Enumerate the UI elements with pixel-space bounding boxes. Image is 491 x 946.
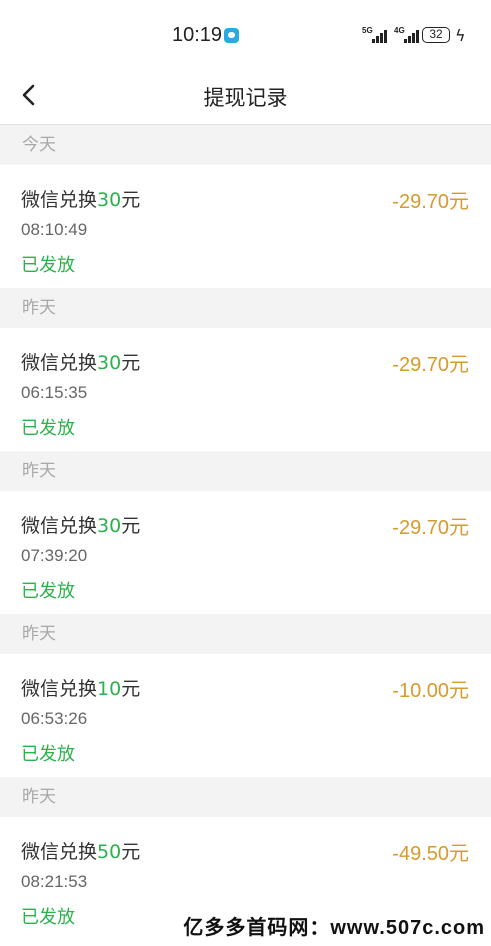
record-time: 06:53:26 (21, 709, 88, 728)
status-bar: 10:19 5G 4G 32 ϟ (0, 0, 491, 72)
record-amount: -29.70元 (392, 191, 469, 213)
record-time: 08:21:53 (21, 872, 88, 891)
record-title: 微信兑换10元 (21, 678, 141, 700)
record-title: 微信兑换50元 (21, 841, 141, 863)
record-time: 07:39:20 (21, 546, 88, 565)
notification-icon (224, 28, 239, 43)
charging-icon: ϟ (455, 26, 466, 45)
record-item[interactable]: 微信兑换10元 06:53:26 已发放 -10.00元 (0, 654, 491, 777)
section-header-yesterday: 昨天 (0, 288, 491, 328)
withdrawal-record-list: 今天 微信兑换30元 08:10:49 已发放 -29.70元 昨天 微信兑换3… (0, 125, 491, 940)
section-header-yesterday: 昨天 (0, 451, 491, 491)
record-title-amount: 30 (97, 352, 122, 374)
record-status: 已发放 (21, 418, 75, 439)
status-time: 10:19 (172, 24, 223, 46)
nav-bar: 提现记录 (0, 72, 491, 125)
record-status: 已发放 (21, 907, 75, 928)
battery-icon: 32 (422, 27, 450, 43)
record-amount: -10.00元 (392, 680, 469, 702)
section-header-yesterday: 昨天 (0, 614, 491, 654)
record-item[interactable]: 微信兑换30元 06:15:35 已发放 -29.70元 (0, 328, 491, 451)
record-title-amount: 50 (97, 841, 122, 863)
watermark: 亿多多首码网：www.507c.com (183, 917, 485, 939)
record-status: 已发放 (21, 255, 75, 276)
page-title: 提现记录 (203, 86, 288, 110)
record-title: 微信兑换30元 (21, 515, 141, 537)
record-amount: -29.70元 (392, 354, 469, 376)
record-item[interactable]: 微信兑换30元 08:10:49 已发放 -29.70元 (0, 165, 491, 288)
record-status: 已发放 (21, 744, 75, 765)
section-header-today: 今天 (0, 125, 491, 165)
record-title: 微信兑换30元 (21, 352, 141, 374)
record-time: 08:10:49 (21, 220, 88, 239)
record-item[interactable]: 微信兑换30元 07:39:20 已发放 -29.70元 (0, 491, 491, 614)
record-title: 微信兑换30元 (21, 189, 141, 211)
record-status: 已发放 (21, 581, 75, 602)
record-amount: -29.70元 (392, 517, 469, 539)
record-title-amount: 30 (97, 515, 122, 537)
record-amount: -49.50元 (392, 843, 469, 865)
record-title-amount: 30 (97, 189, 122, 211)
section-header-yesterday: 昨天 (0, 777, 491, 817)
record-time: 06:15:35 (21, 383, 88, 402)
record-title-amount: 10 (97, 678, 122, 700)
